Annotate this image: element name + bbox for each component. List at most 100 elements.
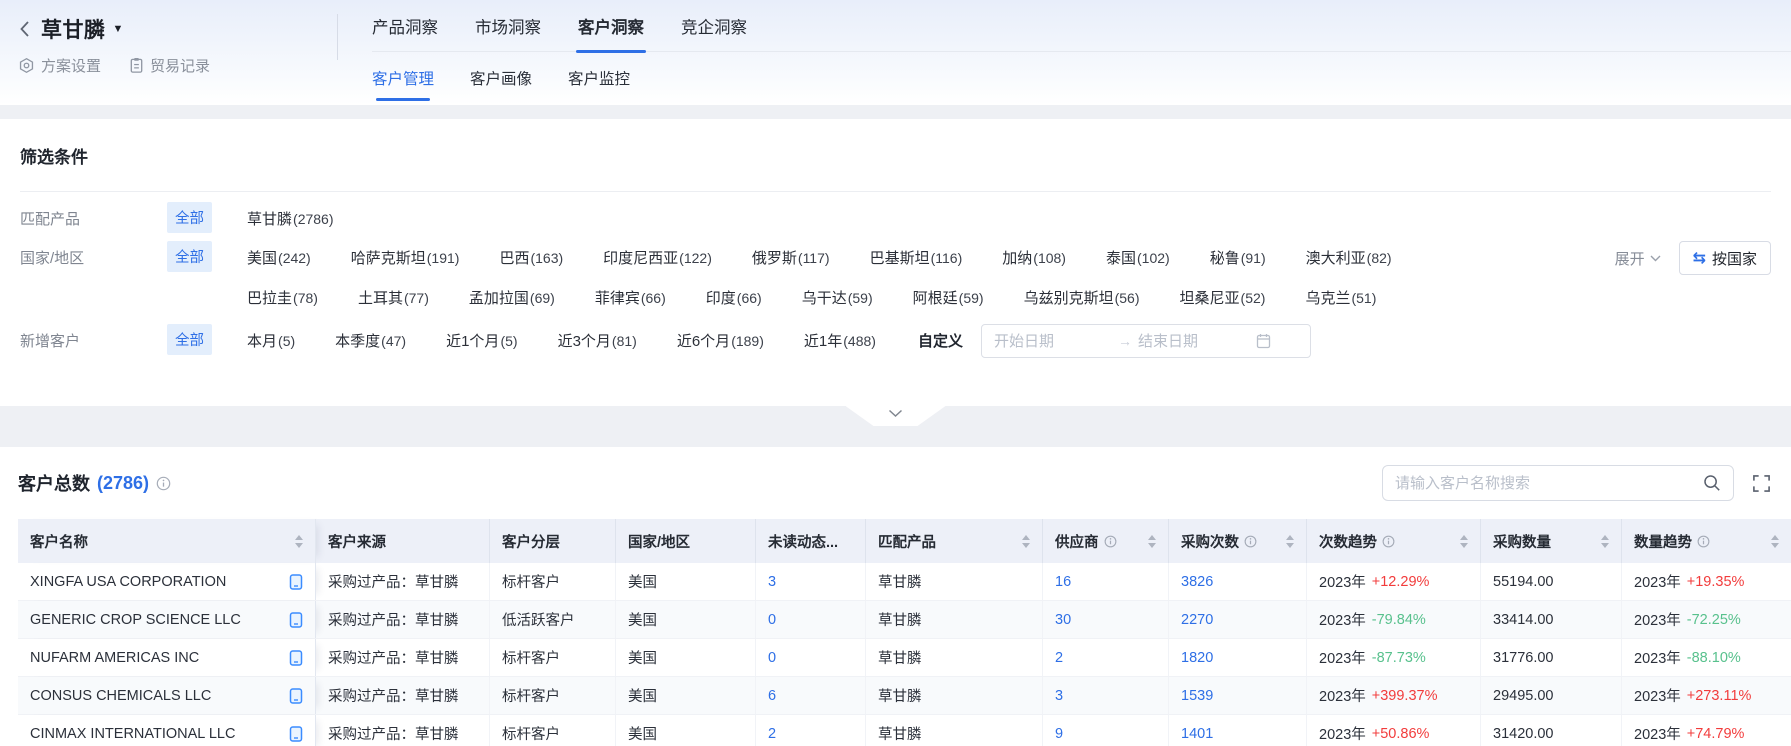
country-filter-item[interactable]: 加纳108 bbox=[1002, 247, 1066, 268]
filter-new-customer-all[interactable]: 全部 bbox=[167, 324, 212, 355]
customer-name[interactable]: CONSUS CHEMICALS LLC bbox=[30, 688, 211, 704]
table-row[interactable]: CONSUS CHEMICALS LLC 采购过产品：草甘膦 标杆客户 美国 6… bbox=[18, 677, 1791, 715]
country-filter-item[interactable]: 巴西163 bbox=[499, 247, 563, 268]
sort-icon[interactable] bbox=[1278, 535, 1294, 548]
times-trend: 2023年+12.29% bbox=[1307, 563, 1481, 600]
tab-competitor-insight[interactable]: 竞企洞察 bbox=[681, 0, 747, 51]
contact-icon[interactable] bbox=[289, 574, 303, 590]
country-filter-item[interactable]: 哈萨克斯坦191 bbox=[351, 247, 460, 268]
info-icon[interactable] bbox=[1244, 535, 1257, 548]
customer-name[interactable]: GENERIC CROP SCIENCE LLC bbox=[30, 612, 241, 628]
unread-count-link[interactable]: 0 bbox=[768, 612, 776, 628]
start-date-input[interactable] bbox=[994, 333, 1112, 350]
sort-icon[interactable] bbox=[287, 535, 303, 548]
end-date-input[interactable] bbox=[1138, 333, 1256, 350]
sort-icon[interactable] bbox=[1593, 535, 1609, 548]
new-customer-filter-item[interactable]: 本季度47 bbox=[335, 330, 406, 351]
country-filter-item[interactable]: 阿根廷59 bbox=[913, 287, 984, 308]
col-suppliers: 供应商 bbox=[1043, 519, 1169, 563]
subtab-customer-profile[interactable]: 客户画像 bbox=[470, 52, 532, 104]
purchase-times-link[interactable]: 2270 bbox=[1181, 612, 1213, 628]
custom-date-link[interactable]: 自定义 bbox=[918, 324, 963, 351]
unread-count-link[interactable]: 3 bbox=[768, 574, 776, 590]
expand-link[interactable]: 展开 bbox=[1615, 241, 1661, 269]
unread-count-link[interactable]: 0 bbox=[768, 650, 776, 666]
country-filter-item[interactable]: 澳大利亚82 bbox=[1306, 247, 1392, 268]
back-icon[interactable] bbox=[18, 20, 32, 38]
tab-customer-insight[interactable]: 客户洞察 bbox=[578, 0, 644, 51]
date-range-picker[interactable]: → bbox=[981, 324, 1311, 358]
country-filter-item[interactable]: 巴基斯坦116 bbox=[870, 247, 963, 268]
country-filter-item[interactable]: 坦桑尼亚52 bbox=[1180, 287, 1266, 308]
sort-icon[interactable] bbox=[1014, 535, 1030, 548]
customer-name[interactable]: CINMAX INTERNATIONAL LLC bbox=[30, 726, 235, 742]
product-filter-item[interactable]: 草甘膦2786 bbox=[247, 208, 334, 229]
customer-name[interactable]: NUFARM AMERICAS INC bbox=[30, 650, 199, 666]
supplier-count-link[interactable]: 2 bbox=[1055, 650, 1063, 666]
supplier-count-link[interactable]: 30 bbox=[1055, 612, 1071, 628]
info-icon[interactable] bbox=[1697, 535, 1710, 548]
tab-market-insight[interactable]: 市场洞察 bbox=[475, 0, 541, 51]
purchase-times-link[interactable]: 1401 bbox=[1181, 726, 1213, 742]
chevron-down-icon bbox=[1650, 255, 1661, 262]
info-icon[interactable] bbox=[1104, 535, 1117, 548]
unread-count-link[interactable]: 2 bbox=[768, 726, 776, 742]
country-filter-item[interactable]: 孟加拉国69 bbox=[469, 287, 555, 308]
subtab-customer-management[interactable]: 客户管理 bbox=[372, 52, 434, 104]
purchase-times-link[interactable]: 1539 bbox=[1181, 688, 1213, 704]
country-filter-item[interactable]: 秘鲁91 bbox=[1210, 247, 1266, 268]
filter-country-all[interactable]: 全部 bbox=[167, 241, 212, 272]
supplier-count-link[interactable]: 9 bbox=[1055, 726, 1063, 742]
tab-product-insight[interactable]: 产品洞察 bbox=[372, 0, 438, 51]
customer-name[interactable]: XINGFA USA CORPORATION bbox=[30, 574, 226, 590]
table-row[interactable]: XINGFA USA CORPORATION 采购过产品：草甘膦 标杆客户 美国… bbox=[18, 563, 1791, 601]
sort-icon[interactable] bbox=[1140, 535, 1156, 548]
fullscreen-icon[interactable] bbox=[1752, 474, 1771, 493]
trade-records-button[interactable]: 贸易记录 bbox=[129, 55, 210, 76]
filter-product-all[interactable]: 全部 bbox=[167, 202, 212, 233]
new-customer-filter-item[interactable]: 近6个月189 bbox=[677, 330, 764, 351]
country-filter-item[interactable]: 土耳其77 bbox=[358, 287, 429, 308]
supplier-count-link[interactable]: 3 bbox=[1055, 688, 1063, 704]
search-input[interactable] bbox=[1395, 475, 1703, 492]
contact-icon[interactable] bbox=[289, 612, 303, 628]
sort-icon[interactable] bbox=[1452, 535, 1468, 548]
table-row[interactable]: GENERIC CROP SCIENCE LLC 采购过产品：草甘膦 低活跃客户… bbox=[18, 601, 1791, 639]
sort-icon[interactable] bbox=[1763, 535, 1779, 548]
country-filter-item[interactable]: 乌干达59 bbox=[802, 287, 873, 308]
contact-icon[interactable] bbox=[289, 688, 303, 704]
country-filter-item[interactable]: 巴拉圭78 bbox=[247, 287, 318, 308]
supplier-count-link[interactable]: 16 bbox=[1055, 574, 1071, 590]
purchase-times-link[interactable]: 3826 bbox=[1181, 574, 1213, 590]
table-row[interactable]: CINMAX INTERNATIONAL LLC 采购过产品：草甘膦 标杆客户 … bbox=[18, 715, 1791, 746]
caret-down-icon[interactable]: ▼ bbox=[113, 23, 124, 35]
subtab-customer-monitor[interactable]: 客户监控 bbox=[568, 52, 630, 104]
country-filter-item[interactable]: 美国242 bbox=[247, 247, 311, 268]
country-filter-item[interactable]: 菲律宾66 bbox=[595, 287, 666, 308]
country-filter-item[interactable]: 乌克兰51 bbox=[1305, 287, 1376, 308]
search-icon[interactable] bbox=[1703, 474, 1721, 492]
unread-count-link[interactable]: 6 bbox=[768, 688, 776, 704]
country-filter-item[interactable]: 乌兹别克斯坦56 bbox=[1024, 287, 1140, 308]
collapse-filter-button[interactable] bbox=[846, 406, 946, 426]
info-icon[interactable] bbox=[156, 476, 171, 491]
customer-search-box[interactable] bbox=[1382, 465, 1734, 501]
country-filter-item[interactable]: 印度尼西亚122 bbox=[603, 247, 712, 268]
scheme-settings-button[interactable]: 方案设置 bbox=[18, 55, 101, 76]
new-customer-filter-item[interactable]: 近1年488 bbox=[804, 330, 876, 351]
purchase-times-link[interactable]: 1820 bbox=[1181, 650, 1213, 666]
new-customer-filter-item[interactable]: 近3个月81 bbox=[558, 330, 637, 351]
new-customer-filter-item[interactable]: 近1个月5 bbox=[446, 330, 517, 351]
by-country-button[interactable]: ⇆ 按国家 bbox=[1679, 241, 1771, 275]
table-row[interactable]: NUFARM AMERICAS INC 采购过产品：草甘膦 标杆客户 美国 0 … bbox=[18, 639, 1791, 677]
country-filter-item[interactable]: 印度66 bbox=[706, 287, 762, 308]
customer-tier: 标杆客户 bbox=[490, 677, 616, 714]
country-line-2: 巴拉圭78 土耳其77 孟加拉国69 菲律宾66 印度66 乌干达59 阿根廷5… bbox=[247, 281, 1392, 308]
country-filter-item[interactable]: 泰国102 bbox=[1106, 247, 1170, 268]
quantity-trend: 2023年-72.25% bbox=[1622, 601, 1791, 638]
contact-icon[interactable] bbox=[289, 650, 303, 666]
new-customer-filter-item[interactable]: 本月5 bbox=[247, 330, 295, 351]
info-icon[interactable] bbox=[1382, 535, 1395, 548]
contact-icon[interactable] bbox=[289, 726, 303, 742]
country-filter-item[interactable]: 俄罗斯117 bbox=[752, 247, 830, 268]
